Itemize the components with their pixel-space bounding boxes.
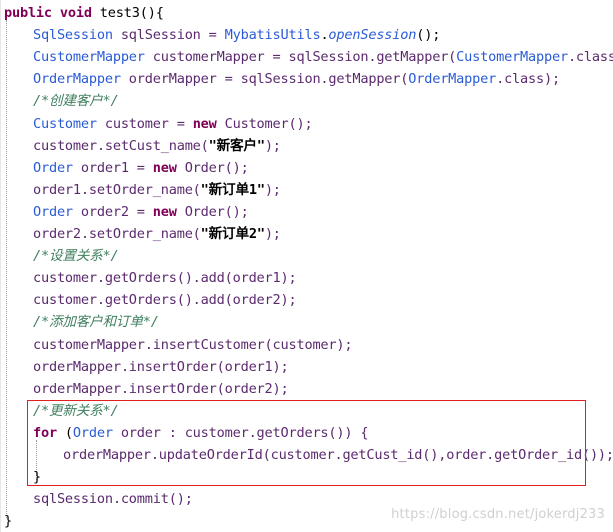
code-token: CustomerMapper — [33, 49, 145, 66]
code-token: customer.getOrders().add(order2); — [33, 292, 297, 309]
code-editor[interactable]: public void test3(){SqlSession sqlSessio… — [0, 0, 613, 532]
code-token: customer.getOrders().add(order1); — [33, 270, 297, 287]
code-token: customer.setCust_name( — [33, 137, 209, 154]
code-token: Order — [33, 203, 73, 220]
code-token: "新客户" — [208, 137, 265, 154]
code-token: sqlSession = — [112, 27, 225, 44]
code-line[interactable]: customerMapper.insertCustomer(customer); — [33, 334, 353, 356]
code-line[interactable]: /*设置关系*/ — [33, 245, 119, 267]
highlight-box-update-relationship — [27, 400, 586, 486]
code-line[interactable]: order2.setOrder_name("新订单2"); — [33, 223, 281, 245]
code-token: openSession — [328, 27, 417, 44]
code-line[interactable]: /*创建客户*/ — [33, 90, 119, 112]
code-token: ); — [264, 181, 281, 198]
code-line[interactable]: order1.setOrder_name("新订单1"); — [33, 179, 281, 201]
code-token: OrderMapper — [408, 71, 497, 88]
code-token: order2 = — [72, 203, 153, 220]
code-token: "新订单2" — [200, 226, 265, 242]
code-token: Order — [33, 159, 73, 176]
code-token: "新订单1" — [200, 181, 265, 198]
code-token: orderMapper.insertOrder(order1); — [33, 358, 289, 375]
code-token: Customer(); — [216, 115, 313, 132]
code-token: customer = — [96, 115, 193, 132]
code-token: public — [4, 5, 52, 21]
code-token: new — [152, 159, 177, 176]
code-token: OrderMapper — [33, 71, 121, 88]
code-line[interactable]: OrderMapper orderMapper = sqlSession.get… — [33, 68, 560, 90]
code-token: ); — [264, 226, 281, 242]
code-line[interactable]: orderMapper.insertOrder(order1); — [33, 356, 289, 378]
code-token: order1.setOrder_name( — [33, 181, 201, 198]
code-line[interactable]: Order order2 = new Order(); — [33, 201, 249, 223]
code-token: orderMapper.insertOrder(order2); — [33, 380, 289, 397]
code-token: MybatisUtils — [224, 27, 321, 44]
code-token: /*创建客户*/ — [33, 93, 119, 110]
code-token: customerMapper.insertCustomer(customer); — [33, 336, 353, 353]
code-token: (); — [416, 27, 441, 44]
code-token: /*添加客户和订单*/ — [33, 314, 159, 331]
code-token: new — [192, 115, 217, 132]
watermark-text: https://blog.csdn.net/jokerdj233 — [391, 507, 605, 522]
code-token: order2.setOrder_name( — [33, 226, 201, 242]
code-token: void — [59, 5, 92, 21]
code-token: Order(); — [176, 203, 249, 220]
code-line[interactable]: sqlSession.commit(); — [33, 488, 193, 510]
editor-left-edge — [0, 0, 1, 532]
code-token: SqlSession — [33, 27, 113, 44]
code-line[interactable]: orderMapper.insertOrder(order2); — [33, 378, 289, 400]
code-token: order1 = — [72, 159, 153, 176]
code-token: .class); — [567, 49, 613, 66]
code-line[interactable]: Customer customer = new Customer(); — [33, 113, 313, 135]
code-token: } — [4, 513, 12, 530]
code-token: orderMapper = sqlSession.getMapper( — [120, 71, 409, 88]
code-token: customerMapper = sqlSession.getMapper( — [144, 49, 457, 66]
code-token: Customer — [33, 115, 97, 132]
code-line[interactable]: customer.getOrders().add(order2); — [33, 289, 297, 311]
code-token: Order(); — [176, 159, 249, 176]
code-line[interactable]: CustomerMapper customerMapper = sqlSessi… — [33, 46, 613, 68]
code-token: sqlSession.commit(); — [33, 491, 193, 508]
code-line[interactable]: public void test3(){ — [4, 2, 164, 24]
code-token: .class); — [496, 71, 560, 88]
indent-guide-method — [6, 20, 7, 518]
code-token: ); — [264, 137, 281, 154]
code-line[interactable]: } — [4, 510, 12, 532]
code-line[interactable]: /*添加客户和订单*/ — [33, 311, 159, 333]
code-line[interactable]: SqlSession sqlSession = MybatisUtils.ope… — [33, 24, 440, 46]
code-line[interactable]: customer.getOrders().add(order1); — [33, 267, 297, 289]
code-token: new — [152, 203, 177, 220]
code-line[interactable]: customer.setCust_name("新客户"); — [33, 135, 281, 157]
code-line[interactable]: Order order1 = new Order(); — [33, 157, 249, 179]
code-token: CustomerMapper — [456, 49, 568, 66]
code-token: /*设置关系*/ — [33, 248, 119, 265]
code-token: test3(){ — [91, 5, 164, 21]
